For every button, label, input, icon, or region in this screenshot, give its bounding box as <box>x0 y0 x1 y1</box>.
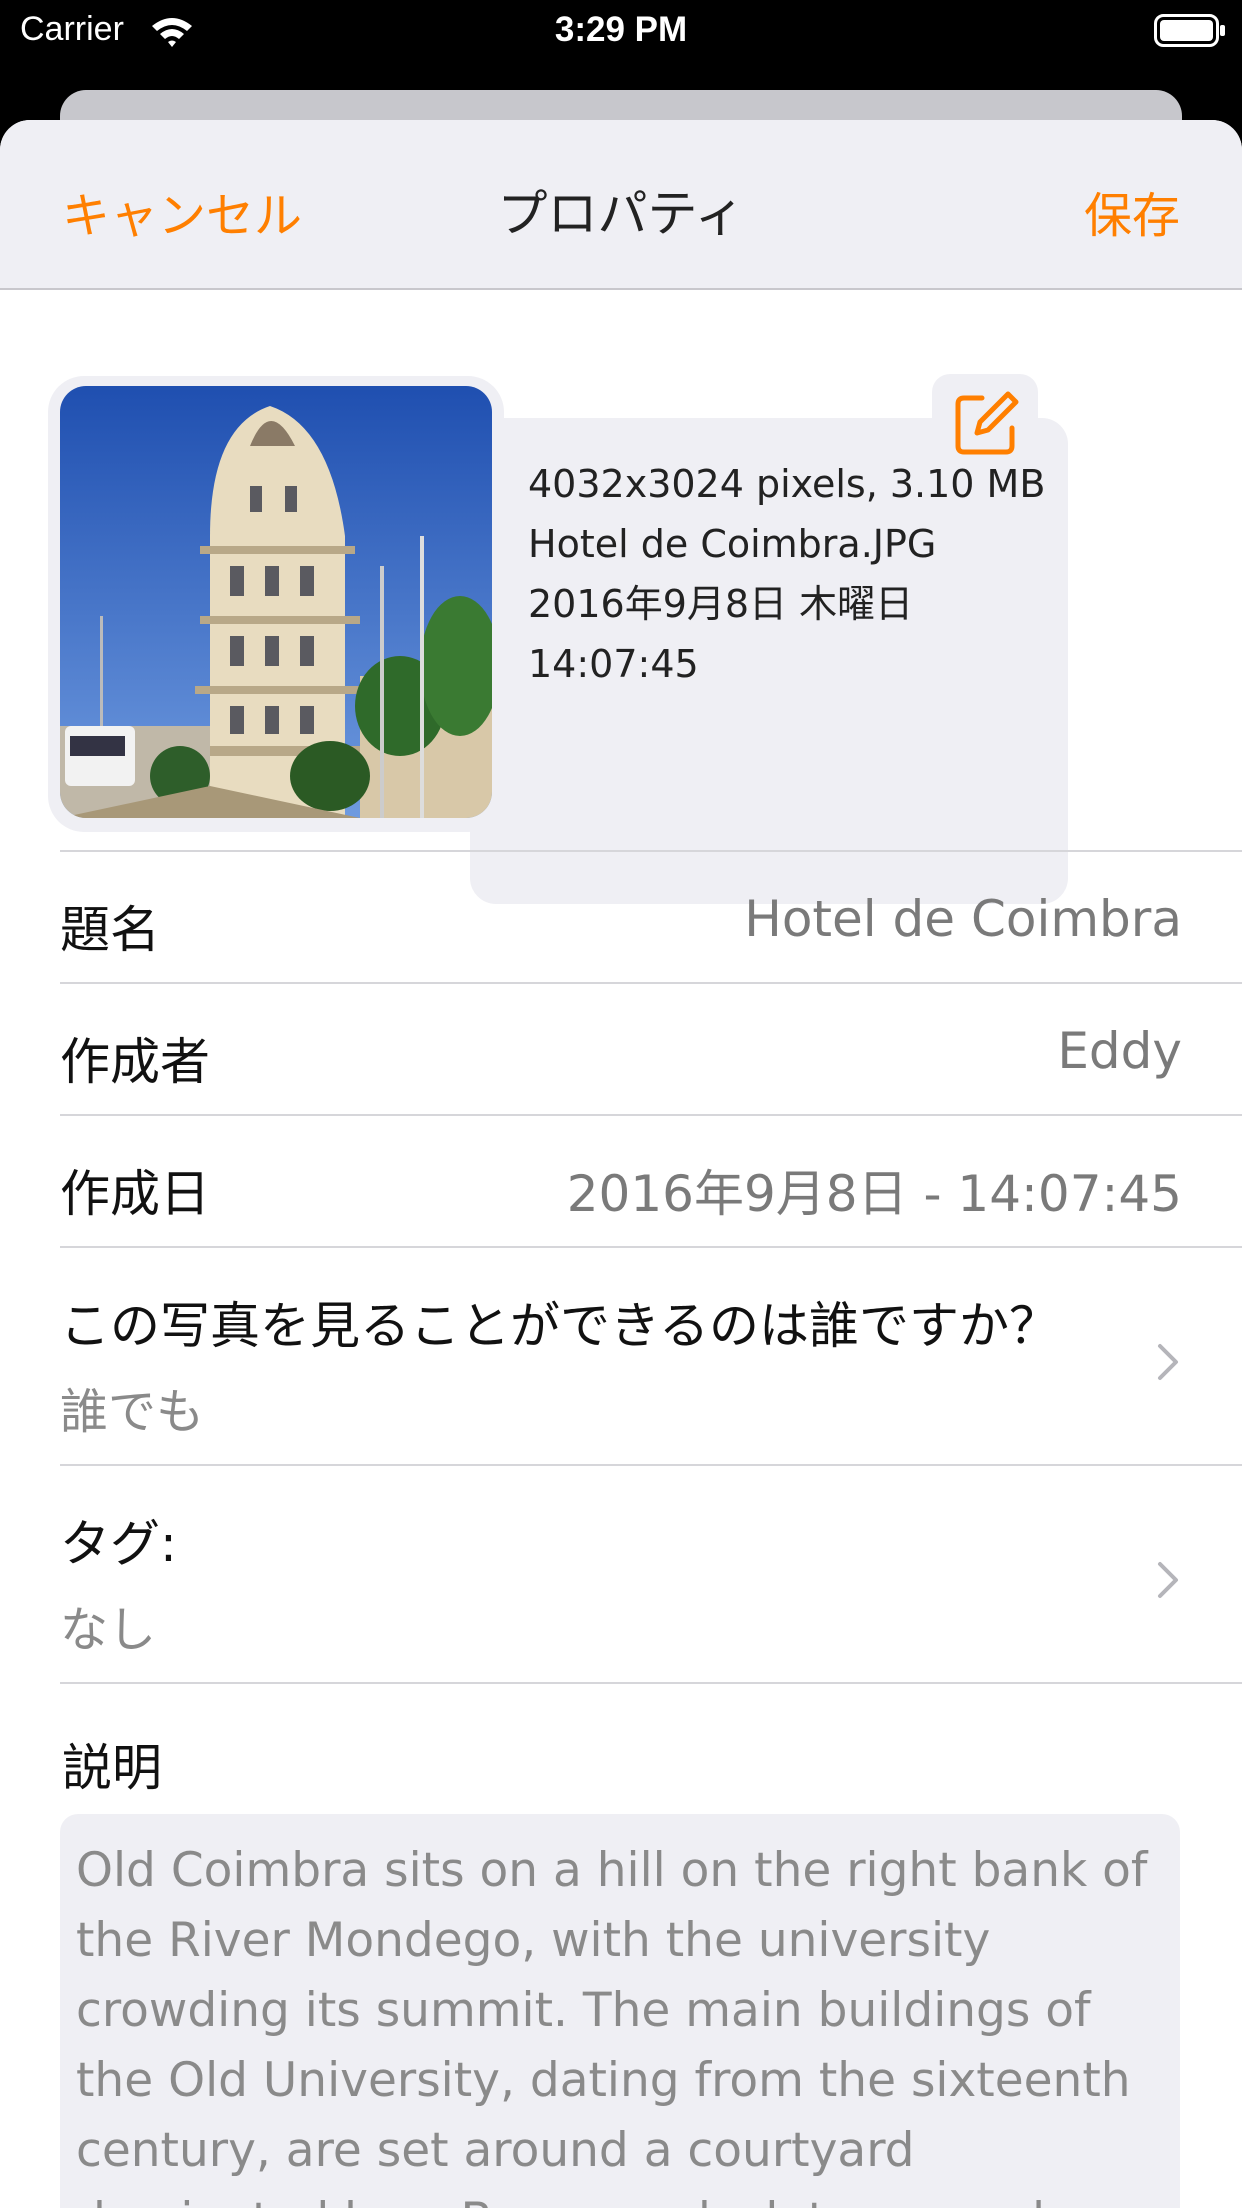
photo-date: 2016年9月8日 木曜日 <box>528 582 914 626</box>
edit-icon <box>955 391 1019 455</box>
photo-metadata: 4032x3024 pixels, 3.10 MB Hotel de Coimb… <box>528 454 1045 694</box>
description-field[interactable]: Old Coimbra sits on a hill on the right … <box>60 1814 1180 2208</box>
description-label: 説明 <box>62 1739 162 1797</box>
chevron-right-icon <box>1158 1344 1178 1380</box>
tags-value: なし <box>60 1602 157 1658</box>
tags-row[interactable]: タグ: なし <box>60 1464 1242 1684</box>
save-button[interactable]: 保存 <box>1084 176 1180 246</box>
navigation-bar: キャンセル プロパティ 保存 <box>0 120 1242 290</box>
created-date-value: 2016年9月8日 - 14:07:45 <box>566 1165 1182 1223</box>
tags-label: タグ: <box>60 1515 177 1573</box>
page-title: プロパティ <box>497 185 745 243</box>
photo-filename: Hotel de Coimbra.JPG <box>528 522 937 566</box>
privacy-value: 誰でも <box>60 1384 205 1440</box>
photo-thumbnail[interactable] <box>60 386 492 818</box>
privacy-row[interactable]: この写真を見ることができるのは誰ですか？ 誰でも <box>60 1246 1242 1466</box>
title-row[interactable]: 題名 Hotel de Coimbra <box>60 850 1242 984</box>
battery-icon <box>1154 14 1225 47</box>
author-row[interactable]: 作成者 Eddy <box>60 982 1242 1116</box>
chevron-right-icon <box>1158 1562 1178 1598</box>
status-time: 3:29 PM <box>554 10 688 49</box>
privacy-label: この写真を見ることができるのは誰ですか？ <box>60 1297 1059 1355</box>
created-date-row[interactable]: 作成日 2016年9月8日 - 14:07:45 <box>60 1114 1242 1248</box>
properties-sheet: キャンセル プロパティ 保存 4032x3024 pixels, 3.10 MB… <box>0 120 1242 2208</box>
author-label: 作成者 <box>60 1033 210 1091</box>
divider <box>60 1682 1242 1684</box>
author-value: Eddy <box>1057 1022 1182 1080</box>
description-text: Old Coimbra sits on a hill on the right … <box>76 1843 1148 2208</box>
status-bar: Carrier 3:29 PM <box>0 0 1242 62</box>
created-date-label: 作成日 <box>60 1165 210 1223</box>
photo-time: 14:07:45 <box>528 642 699 686</box>
photo-dimensions-size: 4032x3024 pixels, 3.10 MB <box>528 462 1046 506</box>
title-label: 題名 <box>60 901 160 959</box>
title-value: Hotel de Coimbra <box>744 890 1182 948</box>
